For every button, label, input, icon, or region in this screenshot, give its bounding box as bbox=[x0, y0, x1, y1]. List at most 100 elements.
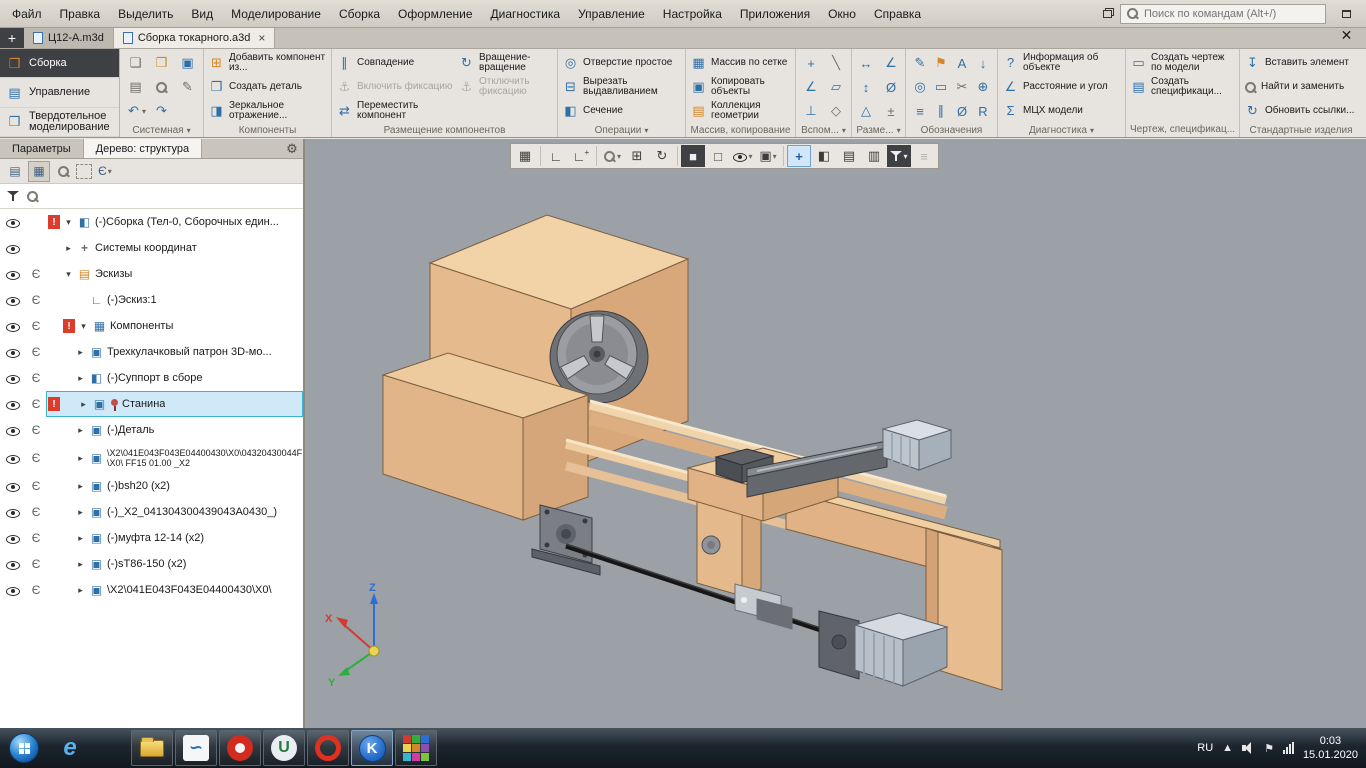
print-button[interactable]: ▤ bbox=[123, 75, 149, 99]
menu-modeling[interactable]: Моделирование bbox=[222, 3, 330, 25]
ribbon-group-label-placement[interactable]: Размещение компонентов bbox=[334, 123, 555, 137]
clock[interactable]: 0:03 15.01.2020 bbox=[1303, 734, 1358, 762]
ribbon-group-label-auxiliary[interactable]: Вспом...▾ bbox=[798, 123, 849, 137]
appearance-button[interactable]: ▣▾ bbox=[756, 145, 780, 167]
component-state-icon[interactable] bbox=[26, 345, 46, 359]
ann-flag-button[interactable]: ⚑ bbox=[931, 51, 952, 75]
model-stepper-motor-bottom[interactable] bbox=[819, 611, 947, 686]
dim-vertical-button[interactable]: ↕ bbox=[854, 75, 879, 99]
btn-mass-properties[interactable]: ΣМЦХ модели bbox=[1000, 99, 1123, 123]
ann-parallel-button[interactable]: ∥ bbox=[931, 99, 952, 123]
component-state-icon[interactable] bbox=[26, 267, 46, 281]
btn-mirror[interactable]: ◨Зеркальное отражение... bbox=[206, 99, 329, 123]
component-state-icon[interactable] bbox=[26, 505, 46, 519]
visibility-eye-icon[interactable] bbox=[6, 480, 20, 493]
visibility-eye-icon[interactable] bbox=[6, 398, 20, 411]
component-state-icon[interactable] bbox=[26, 451, 46, 465]
btn-simple-hole[interactable]: ◎Отверстие простое bbox=[560, 51, 683, 75]
menu-file[interactable]: Файл bbox=[3, 3, 51, 25]
btn-update-links[interactable]: ↻Обновить ссылки... bbox=[1242, 99, 1360, 123]
expand-arrow-icon[interactable] bbox=[63, 243, 74, 254]
tree-row-sketches[interactable]: ▤Эскизы bbox=[0, 261, 303, 287]
tree-filter-input[interactable] bbox=[46, 190, 296, 202]
ann-weld-button[interactable]: ⊕ bbox=[973, 75, 994, 99]
tree-row-st86[interactable]: ▣(-)sT86-150 (x2) bbox=[0, 551, 303, 577]
tree-row-sketch-1[interactable]: ∟(-)Эскиз:1 bbox=[0, 287, 303, 313]
visibility-eye-icon[interactable] bbox=[6, 216, 20, 229]
expand-arrow-icon[interactable] bbox=[75, 585, 86, 596]
menu-help[interactable]: Справка bbox=[865, 3, 930, 25]
ribbon-group-label-dimensions[interactable]: Разме...▾ bbox=[854, 123, 903, 137]
command-search-input[interactable] bbox=[1144, 8, 1312, 20]
zoom-button[interactable]: ▾ bbox=[600, 145, 624, 167]
sign-button[interactable]: ✎ bbox=[175, 75, 201, 99]
menu-window[interactable]: Окно bbox=[819, 3, 865, 25]
ribbon-group-label-drawing[interactable]: Чертеж, спецификац... bbox=[1128, 122, 1237, 137]
btn-section[interactable]: ◧Сечение bbox=[560, 99, 683, 123]
component-state-icon[interactable] bbox=[26, 479, 46, 493]
visibility-eye-icon[interactable] bbox=[6, 424, 20, 437]
close-button[interactable]: ✕ bbox=[1332, 25, 1361, 47]
taskbar-internet-explorer[interactable]: e bbox=[49, 730, 91, 766]
tree-composition-button[interactable]: ▤ bbox=[4, 161, 26, 182]
zoom-area-button[interactable]: ⊞ bbox=[625, 145, 649, 167]
taskbar-kompas-3d-active[interactable]: K bbox=[351, 730, 393, 766]
menu-settings[interactable]: Настройка bbox=[654, 3, 731, 25]
component-state-icon[interactable] bbox=[26, 423, 46, 437]
menu-management[interactable]: Управление bbox=[569, 3, 654, 25]
menu-view[interactable]: Вид bbox=[182, 3, 222, 25]
tree-row-encoded-part-1[interactable]: ▣\X2\041E043F043E04400430\X0\04320430044… bbox=[0, 443, 303, 473]
component-state-icon[interactable] bbox=[26, 557, 46, 571]
menu-edit[interactable]: Правка bbox=[51, 3, 110, 25]
aux-local-cs-button[interactable]: ◇ bbox=[824, 99, 849, 123]
visibility-eye-icon[interactable] bbox=[6, 506, 20, 519]
btn-find-replace[interactable]: Найти и заменить bbox=[1242, 75, 1360, 99]
visibility-eye-icon[interactable] bbox=[6, 294, 20, 307]
menu-diagnostics[interactable]: Диагностика bbox=[482, 3, 570, 25]
component-state-icon[interactable] bbox=[26, 583, 46, 597]
expand-arrow-icon[interactable] bbox=[63, 217, 74, 228]
btn-create-spec[interactable]: ▤Создать спецификаци... bbox=[1128, 75, 1237, 99]
expand-arrow-icon[interactable] bbox=[75, 425, 86, 436]
mode-solid-modeling[interactable]: ❒Твердотельное моделирование bbox=[0, 108, 119, 137]
hidden-icons-button[interactable]: ▲ bbox=[1222, 742, 1233, 754]
menu-assembly[interactable]: Сборка bbox=[330, 3, 389, 25]
visibility-eye-icon[interactable] bbox=[6, 268, 20, 281]
dim-radius-button[interactable]: △ bbox=[854, 99, 879, 123]
btn-create-drawing[interactable]: ▭Создать чертеж по модели bbox=[1128, 51, 1237, 75]
tree-filter-state-button[interactable]: Є▾ bbox=[94, 161, 116, 182]
visibility-eye-icon[interactable] bbox=[6, 532, 20, 545]
volume-icon[interactable] bbox=[1242, 742, 1255, 754]
filter-funnel-icon[interactable] bbox=[7, 191, 19, 202]
expand-arrow-icon[interactable] bbox=[75, 559, 86, 570]
btn-cut-extrude[interactable]: ⊟Вырезать выдавливанием bbox=[560, 75, 683, 99]
component-state-icon[interactable] bbox=[26, 371, 46, 385]
close-tab-icon[interactable] bbox=[258, 31, 265, 45]
ann-diameter-button[interactable]: Ø bbox=[952, 99, 973, 123]
tree-row-components[interactable]: ▦Компоненты bbox=[0, 313, 303, 339]
btn-geometry-collection[interactable]: ▤Коллекция геометрии bbox=[688, 99, 793, 123]
taskbar-palette-app[interactable] bbox=[395, 730, 437, 766]
dim-linear-button[interactable]: ↔ bbox=[854, 51, 879, 75]
ann-cut-button[interactable]: ✂ bbox=[952, 75, 973, 99]
expand-arrow-icon[interactable] bbox=[63, 269, 74, 280]
aux-axis-button[interactable]: ╲ bbox=[824, 51, 849, 75]
preview-button[interactable] bbox=[149, 75, 175, 99]
visibility-eye-icon[interactable] bbox=[6, 242, 20, 255]
dim-tolerance-button[interactable]: ± bbox=[879, 99, 904, 123]
ann-radius-button[interactable]: R bbox=[973, 99, 994, 123]
orientation-button[interactable]: ∟ bbox=[544, 145, 568, 167]
visibility-eye-icon[interactable] bbox=[6, 584, 20, 597]
expand-arrow-icon[interactable] bbox=[75, 533, 86, 544]
toolbar-drag-handle[interactable]: ▦ bbox=[513, 145, 537, 167]
btn-move-component[interactable]: ⇄Переместить компонент bbox=[334, 99, 456, 123]
visibility-eye-icon[interactable] bbox=[6, 452, 20, 465]
taskbar-opera[interactable] bbox=[307, 730, 349, 766]
dim-angular-button[interactable]: ∠ bbox=[879, 51, 904, 75]
move-component-button[interactable]: + bbox=[787, 145, 811, 167]
tab-tree-structure[interactable]: Дерево: структура bbox=[84, 139, 203, 158]
tree-row-chuck[interactable]: ▣Трехкулачковый патрон 3D-мо... bbox=[0, 339, 303, 365]
gear-icon[interactable] bbox=[281, 139, 303, 158]
open-doc-button[interactable]: ❒ bbox=[149, 51, 175, 75]
tree-search-button[interactable] bbox=[52, 161, 74, 182]
